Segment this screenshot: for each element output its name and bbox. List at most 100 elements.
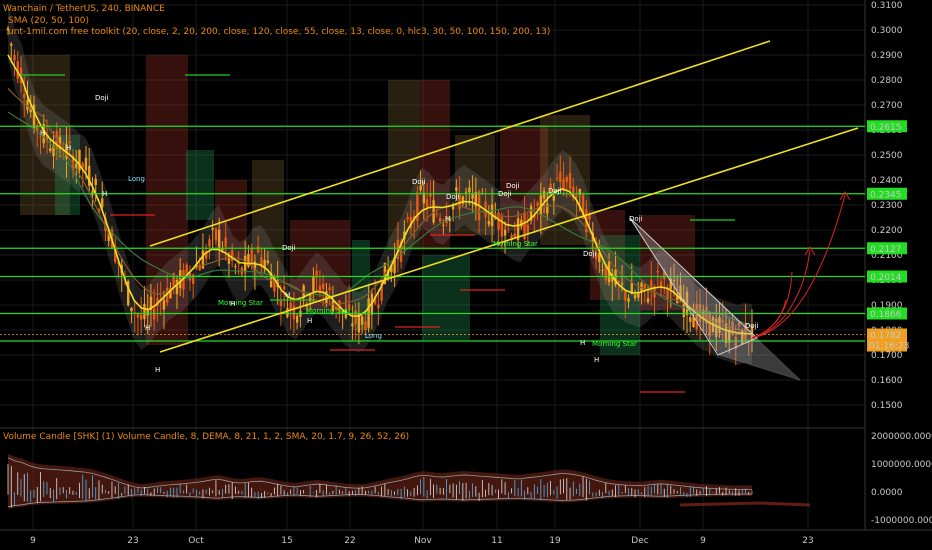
candle-body	[256, 246, 260, 253]
time-tick-label: 22	[344, 536, 355, 546]
candle-body	[286, 308, 289, 318]
candle-body	[94, 178, 97, 186]
candle-body	[617, 281, 620, 283]
candle-body	[526, 224, 530, 234]
pattern-label: H	[40, 129, 45, 137]
price-tick-label: 0.2200	[871, 226, 903, 236]
pattern-label: H	[230, 300, 235, 308]
price-tick-label: 0.2500	[871, 151, 903, 161]
level-price-label: 0.2615	[870, 123, 902, 133]
pattern-label: Long	[365, 332, 382, 340]
pattern-label: Doji	[498, 190, 512, 198]
candle-body	[455, 187, 458, 191]
volume-tick-label: 0.0000	[871, 488, 903, 498]
candle-body	[364, 321, 367, 331]
candle-body	[68, 141, 71, 144]
candle-body	[224, 237, 227, 247]
candle-body	[211, 227, 214, 230]
time-tick-label: 15	[281, 536, 292, 546]
candle-body	[23, 94, 26, 98]
candle-body	[354, 310, 357, 324]
candle-body	[513, 233, 517, 238]
price-tick-label: 0.3100	[871, 1, 903, 11]
time-tick-label: Oct	[188, 536, 204, 546]
pattern-label: Doji	[95, 94, 109, 102]
pattern-label: H	[285, 291, 290, 299]
candle-body	[49, 148, 52, 152]
candle-body	[140, 314, 143, 320]
pattern-label: Doji	[282, 244, 296, 252]
candle-body	[575, 195, 578, 198]
pattern-label: H	[580, 339, 585, 347]
candle-body	[328, 287, 331, 290]
candle-body	[282, 286, 286, 290]
time-tick-label: Nov	[414, 536, 432, 546]
candle-body	[91, 191, 94, 195]
chart-canvas[interactable]: DojiDojiDojiDojiDoji DojiDojiDojiDojiDoji…	[0, 0, 932, 550]
candle-body	[84, 157, 88, 171]
candle-body	[292, 305, 296, 320]
candle-body	[321, 283, 325, 290]
candle-body	[435, 213, 439, 215]
candle-body	[81, 163, 84, 168]
time-tick-label: Dec	[631, 536, 648, 546]
pattern-label: Doji	[745, 322, 759, 330]
pattern-label: H	[66, 144, 71, 152]
pattern-label: Doji	[446, 193, 460, 201]
candle-body	[438, 218, 442, 222]
candle-body	[601, 269, 604, 271]
pattern-label: Morning Star	[493, 240, 538, 248]
candle-body	[162, 299, 166, 310]
pattern-label: Doji	[412, 178, 426, 186]
toolkit-legend[interactable]: unt-1mil.com free toolkit (20, close, 2,…	[8, 27, 550, 37]
time-tick-label: 23	[802, 536, 813, 546]
candle-body	[555, 177, 559, 179]
sma-legend[interactable]: SMA (20, 50, 100)	[8, 16, 89, 26]
candle-body	[130, 307, 133, 312]
volume-tail	[679, 501, 811, 507]
bar-countdown-label: 01:16:23	[869, 342, 909, 352]
price-tick-label: 0.1500	[871, 401, 903, 411]
candle-body	[13, 55, 16, 61]
current-price-label: 0.1782	[870, 331, 902, 341]
candle-body	[542, 190, 546, 199]
candle-body	[250, 248, 253, 266]
candle-body	[500, 216, 504, 237]
price-tick-label: 0.2700	[871, 101, 903, 111]
volume-legend[interactable]: Volume Candle [SHK] (1) Volume Candle, 8…	[3, 432, 409, 442]
candle-body	[312, 276, 315, 292]
price-tick-label: 0.3000	[871, 26, 903, 36]
candle-body	[536, 202, 539, 206]
candle-body	[624, 291, 627, 301]
candle-body	[620, 283, 624, 285]
candle-body	[568, 173, 572, 189]
candle-body	[406, 217, 409, 220]
pattern-label: Doji	[583, 250, 597, 258]
candle-body	[136, 314, 140, 318]
volume-tick-label: 1000000.0000	[871, 460, 932, 470]
price-tick-label: 0.2800	[871, 76, 903, 86]
candle-body	[487, 221, 491, 225]
pattern-label: Morning Star	[218, 299, 263, 307]
candle-body	[429, 194, 432, 197]
candle-body	[360, 316, 364, 325]
pattern-label: H	[445, 215, 450, 223]
candle-body	[266, 260, 270, 263]
candle-body	[214, 228, 218, 241]
candle-body	[230, 250, 234, 261]
price-tick-label: 0.2900	[871, 51, 903, 61]
volume-tick-label: 2000000.0000	[871, 432, 932, 442]
pattern-label: H	[594, 356, 599, 364]
volume-tick-label: -1000000.0000	[871, 516, 932, 526]
candle-body	[503, 229, 507, 236]
price-tick-label: 0.2300	[871, 201, 903, 211]
candle-body	[10, 43, 13, 46]
candle-body	[295, 315, 299, 323]
time-tick-label: 11	[491, 536, 502, 546]
level-price-label: 0.1866	[870, 310, 902, 320]
pattern-label: Morning Star	[592, 340, 637, 348]
level-price-label: 0.2014	[870, 273, 902, 283]
candle-body	[633, 294, 637, 299]
price-tick-label: 0.2400	[871, 176, 903, 186]
candle-body	[552, 195, 556, 201]
